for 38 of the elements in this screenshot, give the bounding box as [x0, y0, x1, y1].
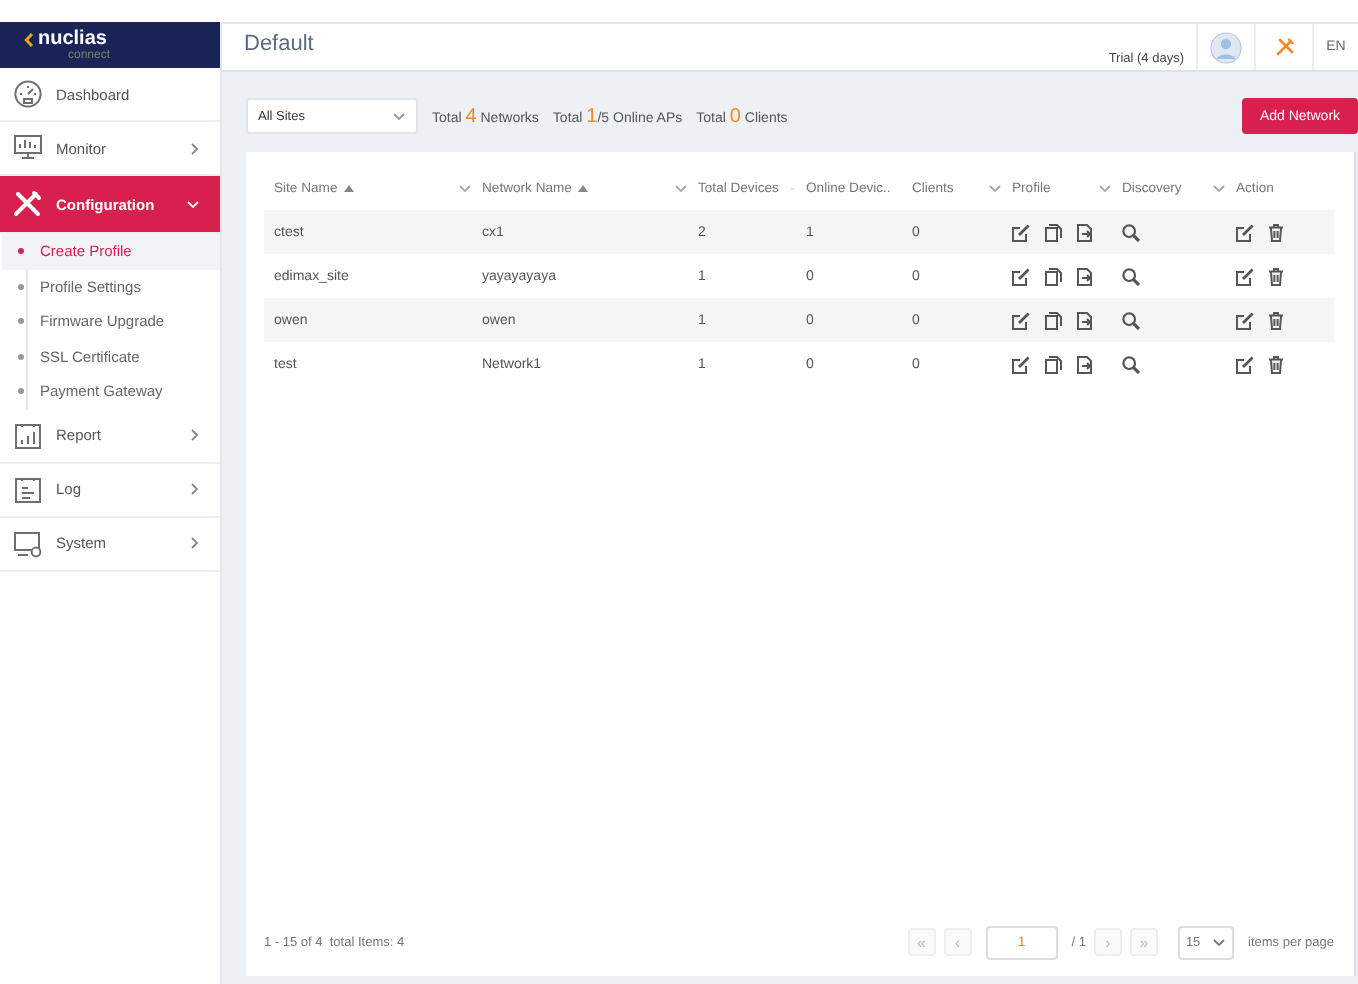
chevron-down-icon	[392, 111, 406, 121]
sort-up-icon[interactable]	[343, 184, 354, 192]
system-icon	[12, 529, 44, 557]
search-icon[interactable]	[1122, 311, 1140, 329]
log-icon	[12, 475, 44, 503]
edit-icon[interactable]	[1012, 355, 1030, 373]
copy-icon[interactable]	[1044, 223, 1062, 241]
report-icon	[12, 421, 44, 449]
sort-up-icon[interactable]	[577, 184, 588, 192]
edit-icon[interactable]	[1012, 223, 1030, 241]
trash-icon[interactable]	[1268, 311, 1284, 329]
copy-icon[interactable]	[1044, 355, 1062, 373]
logo: nuclias	[24, 29, 107, 49]
edit-icon[interactable]	[1012, 311, 1030, 329]
tools-icon	[12, 190, 44, 218]
trash-icon[interactable]	[1268, 223, 1284, 241]
file-export-icon[interactable]	[1076, 355, 1094, 373]
edit-icon[interactable]	[1236, 267, 1254, 285]
search-icon[interactable]	[1122, 355, 1140, 373]
copy-icon[interactable]	[1044, 267, 1062, 285]
trash-icon[interactable]	[1268, 267, 1284, 285]
search-icon[interactable]	[1122, 223, 1140, 241]
trash-icon[interactable]	[1268, 355, 1284, 373]
tools-icon[interactable]	[1275, 38, 1293, 56]
edit-icon[interactable]	[1236, 223, 1254, 241]
edit-icon[interactable]	[1236, 311, 1254, 329]
edit-icon[interactable]	[1012, 267, 1030, 285]
copy-icon[interactable]	[1044, 311, 1062, 329]
page-title: Default	[242, 30, 316, 60]
search-icon[interactable]	[1122, 267, 1140, 285]
monitor-icon	[12, 134, 44, 162]
file-export-icon[interactable]	[1076, 267, 1094, 285]
gauge-icon	[12, 80, 44, 108]
file-export-icon[interactable]	[1076, 223, 1094, 241]
chevron-down-icon	[1212, 937, 1227, 947]
file-export-icon[interactable]	[1076, 311, 1094, 329]
edit-icon[interactable]	[1236, 355, 1254, 373]
logo-chevron-icon	[24, 31, 34, 47]
